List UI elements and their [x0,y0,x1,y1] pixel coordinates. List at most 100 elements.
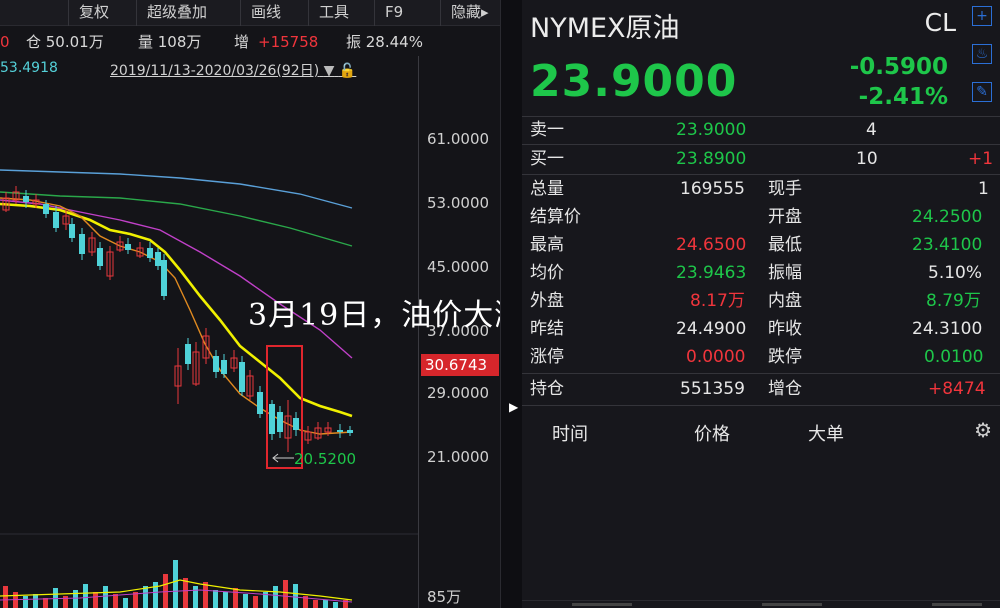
stat-label: 内盘 [768,291,802,311]
stat-row: 外盘 8.17万 内盘 8.79万 [522,287,1000,315]
scroll-hint [762,603,822,606]
divider [522,373,1000,374]
ytick: 29.0000 [427,384,490,402]
volume-bar [113,594,118,608]
amplitude: 振 28.44% [346,33,423,51]
stat-label: 昨收 [768,319,802,339]
stat-value: 8.79万 [926,291,981,311]
buy1-row: 买一 23.8900 10 +1 [522,145,1000,173]
increase-value: +15758 [258,33,319,51]
volume-bar [333,602,338,608]
volume-bar [43,598,48,608]
quote-info-row: 0 仓 50.01万 量 108万 增 +15758 振 28.44% [0,28,500,56]
stat-label: 开盘 [768,207,802,227]
stat-value: 0.0000 [686,347,746,367]
toolbar-f9[interactable]: F9 [374,0,413,26]
stat-label: 总量 [530,179,564,199]
expand-arrow-icon[interactable]: ▶ [509,400,518,414]
ma30-line [0,191,353,247]
toolbar-tools[interactable]: 工具 [308,0,359,26]
volume-bar [193,586,198,608]
chart-toolbar: 复权 超级叠加 画线 工具 F9 隐藏▸ [0,0,500,26]
volume-bar [293,584,298,608]
stat-value: 24.2500 [912,207,983,227]
current-price-tag: 30.6743 [421,354,499,376]
volume-bar [223,592,228,608]
stat-row: 总量 169555 现手 1 [522,175,1000,203]
hold-value: 551359 [680,379,745,399]
volume-bar [73,590,78,608]
increase-label: 增 [234,33,250,51]
stat-value: 8.17万 [690,291,745,311]
last-price: 23.9000 [530,56,738,107]
volume-bar [23,596,28,608]
stat-row: 结算价 开盘 24.2500 [522,203,1000,231]
stat-label: 跌停 [768,347,802,367]
divider [522,600,1000,601]
edit-icon[interactable]: ✎ [972,82,992,102]
stat-label: 最低 [768,235,802,255]
stat-row: 最高 24.6500 最低 23.4100 [522,231,1000,259]
ytick: 53.0000 [427,194,490,212]
bell-icon[interactable]: ♨ [972,44,992,64]
toolbar-hide[interactable]: 隐藏▸ [440,0,499,26]
divider [522,405,1000,406]
stat-label: 结算价 [530,207,581,227]
info-fragment: 0 [0,33,10,51]
stat-label: 现手 [768,179,802,199]
volume-bar [233,588,238,608]
toolbar-overlay[interactable]: 超级叠加 [136,0,217,26]
stat-value: 24.4900 [676,319,747,339]
sell1-qty: 4 [866,120,877,140]
stat-value: 1 [978,179,989,199]
buy1-qty: 10 [856,149,878,169]
price-change-pct: -2.41% [858,84,948,110]
trades-header-big-order[interactable]: 大单 [808,420,844,446]
volume-bar [203,582,208,608]
stat-label: 外盘 [530,291,564,311]
buy1-label: 买一 [530,149,564,169]
stat-label: 均价 [530,263,564,283]
volume-bar [103,586,108,608]
hold-row: 持仓 551359 增仓 +8474 [522,375,1000,403]
plus-icon[interactable]: + [972,6,992,26]
panel-splitter[interactable]: ▶ [500,0,522,608]
volume-bar [3,586,8,608]
volume-bar [123,598,128,608]
volume-bar [63,596,68,608]
stat-label: 振幅 [768,263,802,283]
low-price-label: 20.5200 [294,450,356,468]
stat-value: 24.3100 [912,319,983,339]
instrument-code: CL [924,8,956,37]
stat-value: 169555 [680,179,745,199]
stat-value: 23.9463 [676,263,747,283]
stat-label: 最高 [530,235,564,255]
volume-bar [213,590,218,608]
sell1-price: 23.9000 [676,120,747,140]
sell1-row: 卖一 23.9000 4 [522,116,1000,144]
volume-bar [173,560,178,608]
instrument-name: NYMEX原油 [530,13,680,44]
stat-value: 0.0100 [924,347,984,367]
stat-label: 昨结 [530,319,564,339]
scroll-hint [572,603,632,606]
gear-icon[interactable]: ⚙ [974,418,992,442]
hold-increase-value: +8474 [928,379,986,399]
quote-panel: NYMEX原油 CL + ♨ ✎ 23.9000 -0.5900 -2.41% … [522,0,1000,608]
trades-header-price[interactable]: 价格 [694,420,730,446]
volume-bar [83,584,88,608]
volume-bar [273,586,278,608]
volume-bar [253,596,258,608]
volume-bar [53,588,58,608]
stat-row: 涨停 0.0000 跌停 0.0100 [522,343,1000,371]
toolbar-restore-rights[interactable]: 复权 [68,0,119,26]
volume-bars [3,560,348,608]
stat-value: 23.4100 [912,235,983,255]
sell1-label: 卖一 [530,120,564,140]
toolbar-draw-line[interactable]: 画线 [240,0,291,26]
volume-bar [163,574,168,608]
open-interest: 仓 50.01万 [26,33,104,51]
trades-header-time[interactable]: 时间 [552,420,588,446]
volume-bar [33,594,38,608]
ma60-line [0,169,353,209]
